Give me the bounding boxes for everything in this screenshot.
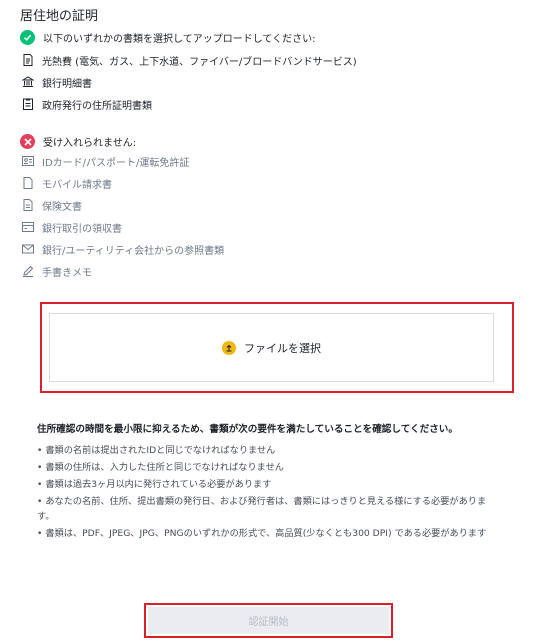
list-item: 光熱費 (電気、ガス、上下水道、ファイバー/ブロードバンドサービス) <box>22 49 357 71</box>
list-item: モバイル請求書 <box>22 172 224 194</box>
government-doc-icon <box>22 98 34 110</box>
rejected-item-label: 銀行取引の領収書 <box>42 223 122 235</box>
list-item: 保険文書 <box>22 194 224 216</box>
document-icon <box>22 177 34 189</box>
accepted-item-label: 銀行明細書 <box>42 78 92 90</box>
rejected-item-label: モバイル請求書 <box>42 179 112 191</box>
accepted-heading-text: 以下のいずれかの書類を選択してアップロードしてください: <box>43 34 316 45</box>
file-select-button[interactable]: ファイルを選択 <box>222 340 321 356</box>
accepted-section-heading: 以下のいずれかの書類を選択してアップロードしてください: <box>20 30 315 45</box>
accepted-documents-list: 光熱費 (電気、ガス、上下水道、ファイバー/ブロードバンドサービス) 銀行明細書… <box>22 49 357 115</box>
accepted-item-label: 政府発行の住所証明書類 <box>42 100 152 112</box>
pen-icon <box>22 265 34 277</box>
rejected-item-label: 手書きメモ <box>42 267 92 279</box>
rejected-item-label: IDカード/パスポート/運転免許証 <box>42 157 190 169</box>
mail-icon <box>22 243 34 255</box>
cross-circle-icon <box>20 134 35 149</box>
requirement-item: • 書類の住所は、入力した住所と同じでなければなりません <box>37 462 284 473</box>
list-item: 政府発行の住所証明書類 <box>22 93 357 115</box>
receipt-icon <box>22 221 34 233</box>
rejected-section-heading: 受け入れられません: <box>20 134 136 149</box>
list-item: 手書きメモ <box>22 260 224 282</box>
upload-icon <box>222 340 236 355</box>
check-circle-icon <box>20 30 35 45</box>
requirement-item: • あなたの名前、住所、提出書類の発行日、および発行者は、書類にはっきりと見える… <box>37 496 487 522</box>
requirements-title: 住所確認の時間を最小限に抑えるため、書類が次の要件を満たしていることを確認してく… <box>37 424 458 435</box>
requirement-item: • 書類の名前は提出されたIDと同じでなければなりません <box>37 445 276 456</box>
list-item: IDカード/パスポート/運転免許証 <box>22 150 224 172</box>
list-item: 銀行/ユーティリティ会社からの参照書類 <box>22 238 224 260</box>
file-upload-dropzone[interactable]: ファイルを選択 <box>49 313 494 382</box>
bank-icon <box>22 76 34 88</box>
rejected-item-label: 保険文書 <box>42 201 82 213</box>
requirement-item: • 書類は過去3ヶ月以内に発行されている必要があります <box>37 479 272 490</box>
id-card-icon <box>22 155 34 167</box>
requirement-item: • 書類は、PDF、JPEG、JPG、PNGのいずれかの形式で、高品質(少なくと… <box>37 528 487 539</box>
page-title: 居住地の証明 <box>20 9 99 24</box>
rejected-item-label: 銀行/ユーティリティ会社からの参照書類 <box>42 245 225 257</box>
requirements-list: • 書類の名前は提出されたIDと同じでなければなりません • 書類の住所は、入力… <box>37 443 497 543</box>
insurance-doc-icon <box>22 199 34 211</box>
rejected-documents-list: IDカード/パスポート/運転免許証 モバイル請求書 保険文書 銀行取引の領収書 … <box>22 150 224 282</box>
list-item: 銀行取引の領収書 <box>22 216 224 238</box>
start-verification-button[interactable]: 認証開始 <box>148 607 389 634</box>
list-item: 銀行明細書 <box>22 71 357 93</box>
rejected-heading-text: 受け入れられません: <box>43 138 137 149</box>
file-select-label: ファイルを選択 <box>244 341 321 355</box>
accepted-item-label: 光熱費 (電気、ガス、上下水道、ファイバー/ブロードバンドサービス) <box>42 56 357 68</box>
bill-icon <box>22 54 34 66</box>
